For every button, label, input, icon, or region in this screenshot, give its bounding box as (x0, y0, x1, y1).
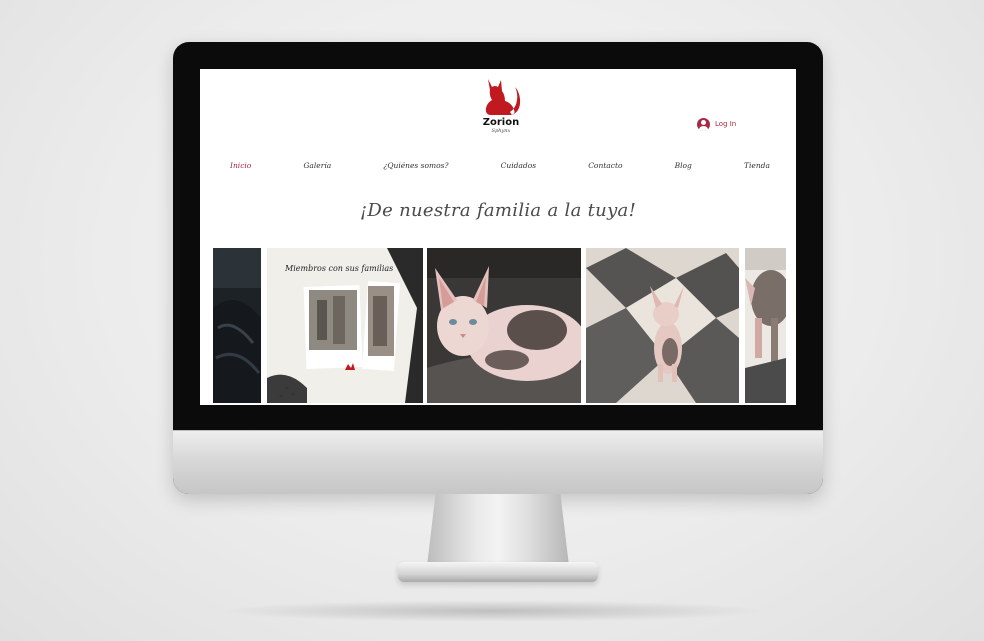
cat-silhouette-icon (485, 79, 521, 115)
monitor-stand-neck (427, 494, 569, 566)
nav-item-cuidados[interactable]: Cuidados (501, 161, 536, 170)
gallery-photo-knit[interactable] (213, 248, 261, 403)
collage-title: Miembros con sus familias (285, 264, 394, 273)
gallery-photo-sphynx-sitting[interactable] (586, 248, 739, 403)
nav-item-quienes-somos[interactable]: ¿Quiénes somos? (383, 161, 448, 170)
site-logo[interactable]: Zorion Sphynx (476, 77, 526, 141)
nav-item-galeria[interactable]: Galería (303, 161, 331, 170)
main-nav: Inicio Galería ¿Quiénes somos? Cuidados … (230, 158, 770, 172)
gallery-photo-sphynx-lying[interactable] (427, 248, 581, 403)
logo-subtitle: Sphynx (491, 128, 511, 134)
monitor-stand-base (398, 562, 598, 582)
gallery-photo-sphynx-partial[interactable] (745, 248, 786, 403)
page-headline: ¡De nuestra familia a la tuya! (359, 200, 637, 221)
photo-gallery: Miembros con sus familias (213, 248, 786, 403)
nav-item-contacto[interactable]: Contacto (588, 161, 622, 170)
website-screen: Zorion Sphynx Log In Inicio Galería ¿Qui… (200, 69, 796, 405)
monitor-chin (173, 430, 823, 494)
logo-name: Zorion (482, 117, 520, 128)
nav-item-blog[interactable]: Blog (675, 161, 692, 170)
gallery-photo-collage[interactable]: Miembros con sus familias (267, 248, 423, 403)
nav-item-tienda[interactable]: Tienda (744, 161, 770, 170)
floor-shadow (215, 600, 770, 622)
nav-item-inicio[interactable]: Inicio (230, 161, 251, 170)
monitor: Zorion Sphynx Log In Inicio Galería ¿Qui… (173, 42, 823, 494)
user-avatar-icon (697, 117, 710, 131)
login-label: Log In (715, 120, 737, 128)
login-button[interactable]: Log In (697, 116, 736, 132)
